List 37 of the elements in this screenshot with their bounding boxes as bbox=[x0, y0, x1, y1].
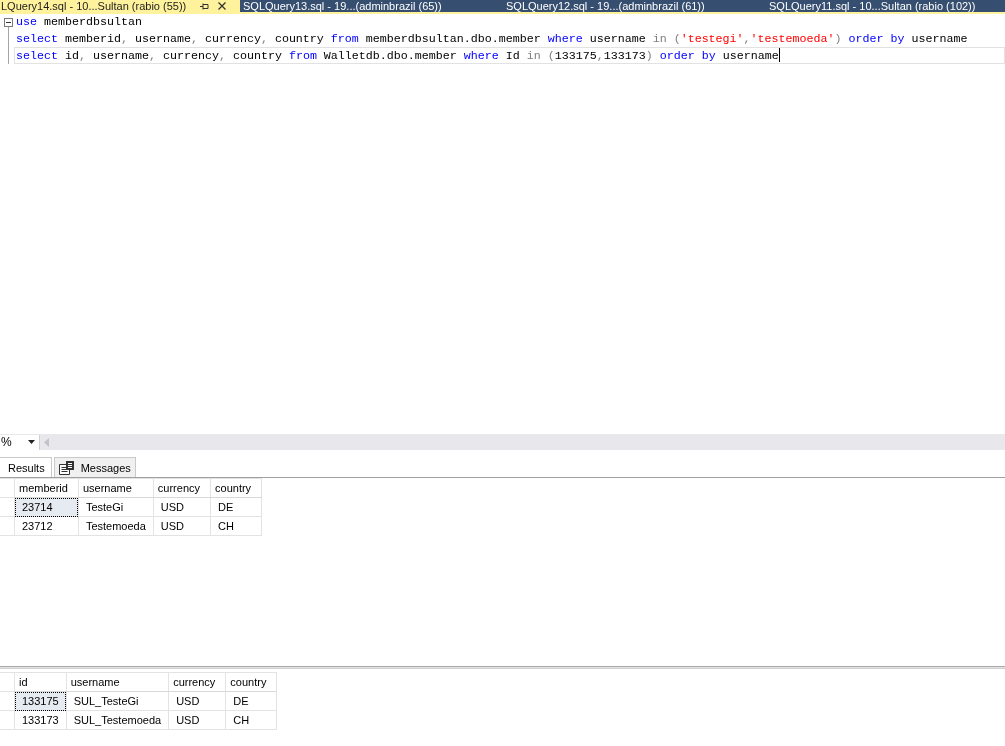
column-header: id bbox=[14, 672, 67, 692]
column-header: currency bbox=[168, 672, 226, 692]
table-cell[interactable]: USD bbox=[168, 691, 226, 711]
table-cell[interactable]: USD bbox=[168, 710, 226, 730]
column-header: country bbox=[225, 672, 277, 692]
document-tab[interactable]: LQuery14.sql - 10...Sultan (rabio (55)) bbox=[0, 0, 240, 12]
column-header: username bbox=[78, 478, 154, 498]
close-icon[interactable] bbox=[218, 2, 227, 10]
caret-icon bbox=[28, 440, 35, 444]
table-cell[interactable]: USD bbox=[153, 516, 211, 536]
column-header: memberid bbox=[14, 478, 79, 498]
code-line: select memberid, username, currency, country from memberdbsultan.dbo.member where username in ('testegi','testemoeda') order by username bbox=[15, 30, 969, 47]
table-cell[interactable]: Testemoeda bbox=[78, 516, 154, 536]
code-line: use memberdbsultan bbox=[15, 14, 143, 31]
table-cell[interactable]: 133173 bbox=[14, 710, 67, 730]
table-cell[interactable]: CH bbox=[210, 516, 262, 536]
column-header: username bbox=[66, 672, 169, 692]
collapse-icon[interactable] bbox=[4, 18, 13, 27]
zoom-combobox[interactable]: % bbox=[0, 434, 40, 450]
document-icon bbox=[58, 460, 74, 475]
table-cell[interactable]: 23712 bbox=[14, 516, 79, 536]
document-tab[interactable]: SQLQuery13.sql - 19...(adminbrazil (65)) bbox=[240, 0, 503, 12]
table-cell[interactable]: DE bbox=[210, 497, 262, 517]
table-cell[interactable]: DE bbox=[225, 691, 277, 711]
table-cell[interactable]: CH bbox=[225, 710, 277, 730]
text-cursor bbox=[778, 48, 780, 62]
document-tab[interactable]: SQLQuery11.sql - 10...Sultan (rabio (102)) bbox=[766, 0, 1005, 12]
column-header: currency bbox=[153, 478, 211, 498]
table-cell[interactable]: SUL_TesteGi bbox=[66, 691, 169, 711]
table-cell[interactable]: SUL_Testemoeda bbox=[66, 710, 169, 730]
table-cell[interactable]: USD bbox=[153, 497, 211, 517]
column-header: country bbox=[210, 478, 262, 498]
result-tab[interactable]: Results bbox=[0, 457, 52, 477]
result-tab[interactable]: Messages bbox=[53, 457, 136, 477]
document-tab[interactable]: SQLQuery12.sql - 19...(adminbrazil (61)) bbox=[503, 0, 766, 12]
pin-icon[interactable] bbox=[200, 1, 210, 11]
table-cell[interactable]: TesteGi bbox=[78, 497, 154, 517]
